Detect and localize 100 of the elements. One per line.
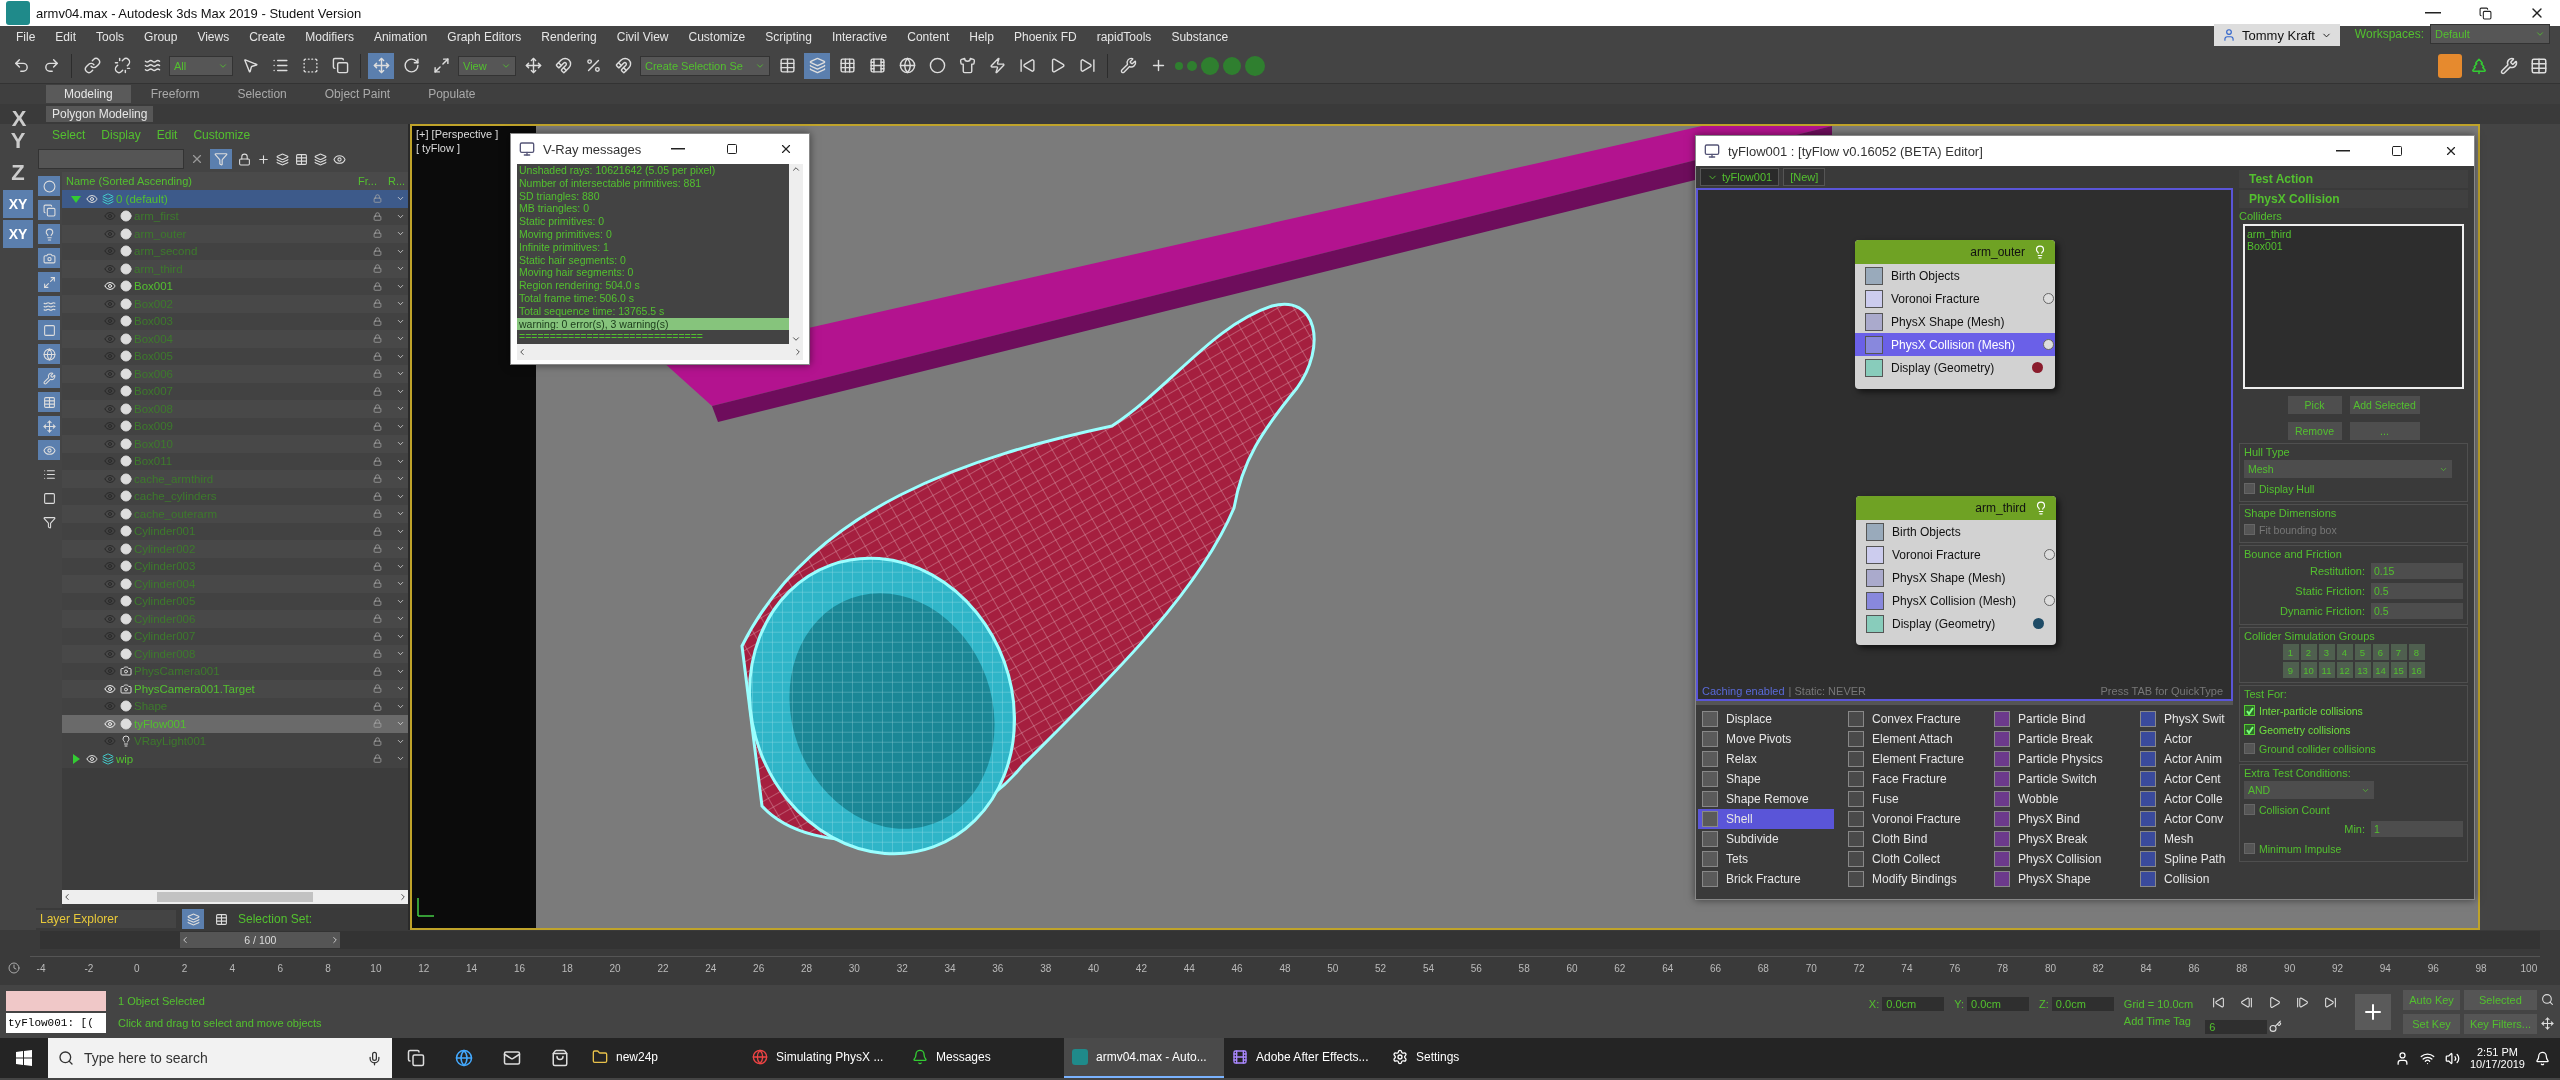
viewport-label[interactable]: [+] [Perspective ] [416, 128, 499, 140]
current-frame-field[interactable]: 6 [2205, 1019, 2268, 1034]
group-toggle[interactable]: 13 [2354, 662, 2371, 678]
event-node[interactable]: arm_third Birth Objects Voronoi Fracture PhysX Shape (Mesh) PhysX Collision (Mesh) Display (Geometry) [1856, 496, 2056, 645]
menu-item[interactable]: Customize [187, 128, 257, 142]
operator-palette-item[interactable]: Element Fracture [1844, 749, 1980, 769]
operator-row[interactable]: Voronoi Fracture [1856, 543, 2056, 566]
operator-palette-item[interactable]: PhysX Bind [1990, 809, 2126, 829]
menu-item[interactable]: Scripting [755, 26, 822, 48]
operator-palette-item[interactable]: Actor Conv [2136, 809, 2233, 829]
ribbon-tab[interactable]: Freeform [132, 85, 218, 103]
workspace-dropdown[interactable]: Default [2430, 24, 2550, 44]
operator-palette-item[interactable]: Modify Bindings [1844, 869, 1980, 889]
key-filters-button[interactable]: Key Filters... [2463, 1013, 2537, 1034]
group-toggle[interactable]: 5 [2354, 644, 2371, 660]
operator-palette-item[interactable]: Cloth Collect [1844, 849, 1980, 869]
menu-item[interactable]: Customize [678, 26, 756, 48]
panel-button[interactable]: ... [2348, 421, 2421, 441]
ribbon-tab[interactable]: Modeling [46, 85, 131, 103]
coordinate-field[interactable]: 0.0cm [1882, 996, 1945, 1011]
operator-palette-item[interactable]: Element Attach [1844, 729, 1980, 749]
menu-item[interactable]: Views [187, 26, 240, 48]
operator-row[interactable]: PhysX Collision (Mesh) [1856, 589, 2056, 612]
operator-palette-item[interactable]: Shape Remove [1698, 789, 1834, 809]
operator-palette-item[interactable]: Collision [2136, 869, 2233, 889]
operator-row[interactable]: Display (Geometry) [1856, 612, 2056, 635]
operator-palette-item[interactable]: Wobble [1990, 789, 2126, 809]
menu-item[interactable]: Substance [1161, 26, 1239, 48]
key-mode-dropdown[interactable]: Selected [2463, 989, 2537, 1010]
operator-row[interactable]: PhysX Shape (Mesh) [1856, 566, 2056, 589]
group-toggle[interactable]: 12 [2336, 662, 2353, 678]
layer-row[interactable]: wip [62, 750, 408, 768]
axis-constraint-button[interactable]: XY [3, 190, 33, 218]
user-account-button[interactable]: Tommy Kraft [2214, 24, 2340, 46]
operator-palette-item[interactable]: Particle Bind [1990, 709, 2126, 729]
menu-item[interactable]: Edit [150, 128, 184, 142]
operator-palette-item[interactable]: Tets [1698, 849, 1834, 869]
menu-item[interactable]: Modifiers [295, 26, 364, 48]
ribbon-tab[interactable]: Populate [410, 85, 494, 103]
group-toggle[interactable]: 15 [2390, 662, 2407, 678]
menu-item[interactable]: Group [134, 26, 188, 48]
menu-item[interactable]: Content [897, 26, 960, 48]
explorer-dropdown[interactable]: Layer Explorer [36, 910, 176, 928]
axis-letter[interactable]: Z [3, 158, 33, 188]
colliders-list[interactable]: arm_third Box001 [2243, 224, 2464, 389]
rollout-title[interactable]: Test Action [2239, 170, 2468, 188]
menu-item[interactable]: Interactive [821, 26, 898, 48]
menu-item[interactable]: Graph Editors [437, 26, 532, 48]
menu-item[interactable]: Create [239, 26, 296, 48]
time-slider[interactable]: 6 / 100 [180, 932, 341, 948]
coordinate-field[interactable]: 0.0cm [2051, 996, 2114, 1011]
script-field[interactable]: tyFlow001: [( [6, 1012, 106, 1033]
dropdown[interactable]: Mesh [2244, 460, 2452, 478]
spinner-field[interactable]: 0.5 [2371, 583, 2463, 599]
operator-row[interactable]: Voronoi Fracture [1855, 287, 2055, 310]
operator-palette-item[interactable]: Voronoi Fracture [1844, 809, 1980, 829]
spinner-field[interactable]: 0.5 [2371, 603, 2463, 619]
named-selection-dropdown[interactable]: Create Selection Se [640, 55, 770, 76]
operator-palette-item[interactable]: PhysX Collision [1990, 849, 2126, 869]
operator-palette-item[interactable]: Mesh [2136, 829, 2233, 849]
event-node[interactable]: arm_outer Birth Objects Voronoi Fracture PhysX Shape (Mesh) PhysX Collision (Mesh) Display (Geometry) [1855, 240, 2055, 389]
operator-palette-item[interactable]: Shape [1698, 769, 1834, 789]
group-toggle[interactable]: 8 [2408, 644, 2425, 660]
panel-button[interactable]: Remove [2286, 421, 2343, 441]
rollout-title[interactable]: PhysX Collision [2239, 190, 2468, 208]
operator-palette-item[interactable]: PhysX Break [1990, 829, 2126, 849]
operator-palette-item[interactable]: Cloth Bind [1844, 829, 1980, 849]
group-toggle[interactable]: 7 [2390, 644, 2407, 660]
viewport-label[interactable]: [ tyFlow ] [416, 142, 499, 154]
checkbox[interactable]: Geometry collisions [2244, 721, 2463, 738]
menu-item[interactable]: rapidTools [1086, 26, 1162, 48]
operator-palette-item[interactable]: Relax [1698, 749, 1834, 769]
operator-palette-item[interactable]: Actor [2136, 729, 2233, 749]
spinner-field[interactable]: 0.15 [2371, 563, 2463, 579]
operator-row[interactable]: Display (Geometry) [1855, 356, 2055, 379]
operator-palette-item[interactable]: Displace [1698, 709, 1834, 729]
menu-item[interactable]: Edit [45, 26, 87, 48]
panel-button[interactable]: Pick [2286, 395, 2343, 415]
operator-row[interactable]: Birth Objects [1855, 264, 2055, 287]
taskbar-app[interactable]: armv04.max - Auto... [1064, 1038, 1224, 1078]
operator-palette-item[interactable]: Shell [1698, 809, 1834, 829]
checkbox[interactable]: Display Hull [2244, 480, 2463, 497]
dropdown[interactable]: AND [2244, 781, 2374, 799]
group-toggle[interactable]: 10 [2300, 662, 2317, 678]
menu-item[interactable]: Animation [363, 26, 438, 48]
operator-palette-item[interactable]: Move Pivots [1698, 729, 1834, 749]
spinner-field[interactable]: 1 [2371, 821, 2463, 837]
operator-palette-item[interactable]: Actor Cent [2136, 769, 2233, 789]
operator-palette-item[interactable]: Convex Fracture [1844, 709, 1980, 729]
group-toggle[interactable]: 14 [2372, 662, 2389, 678]
group-toggle[interactable]: 6 [2372, 644, 2389, 660]
taskbar-search-field[interactable]: Type here to search [48, 1038, 392, 1078]
taskbar-app[interactable]: Messages [904, 1038, 1064, 1078]
taskbar-app[interactable]: new24p [584, 1038, 744, 1078]
taskbar-app[interactable]: Settings [1384, 1038, 1544, 1078]
operator-palette-item[interactable]: PhysX Shape [1990, 869, 2126, 889]
menu-item[interactable]: Phoenix FD [1003, 26, 1087, 48]
auto-key-button[interactable]: Auto Key [2403, 989, 2460, 1010]
operator-palette-item[interactable]: Particle Switch [1990, 769, 2126, 789]
checkbox[interactable]: Collision Count [2244, 801, 2463, 818]
